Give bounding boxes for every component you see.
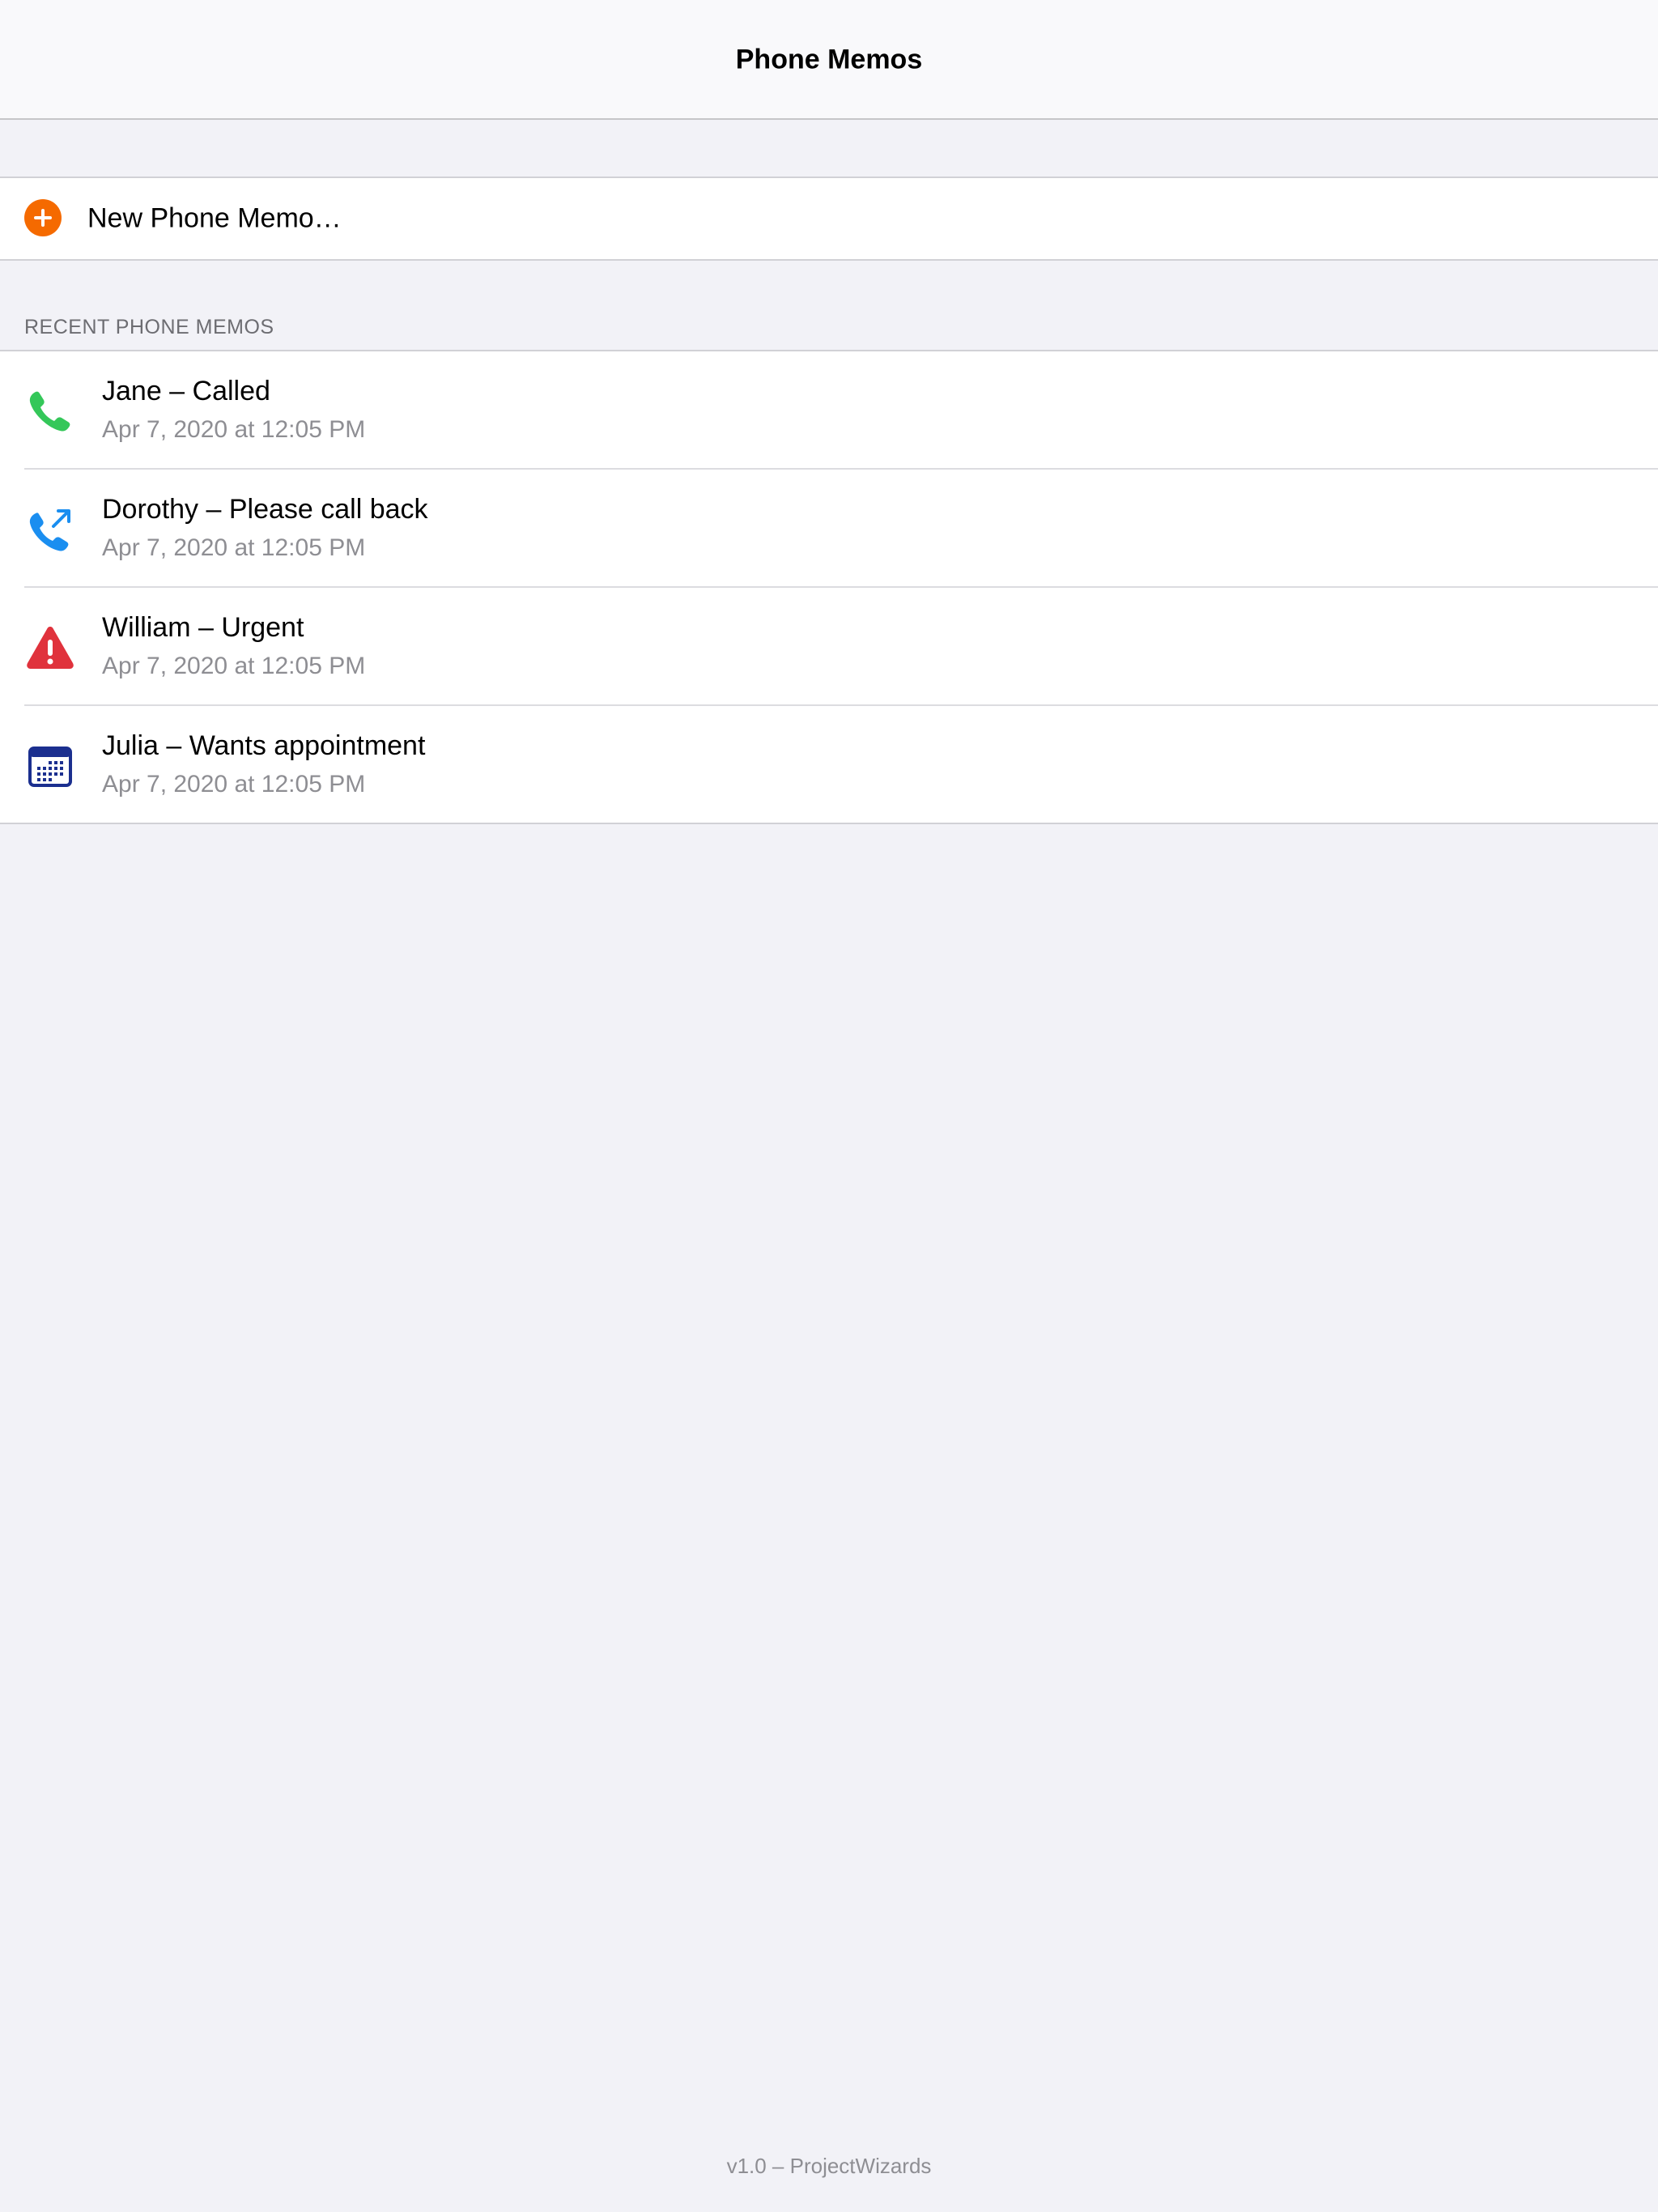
memo-title: Dorothy – Please call back [102, 494, 428, 525]
memo-date: Apr 7, 2020 at 12:05 PM [102, 771, 366, 798]
memo-title: Jane – Called [102, 376, 270, 406]
list-item[interactable]: William – Urgent Apr 7, 2020 at 12:05 PM [0, 588, 1658, 706]
recent-memos-list: Jane – Called Apr 7, 2020 at 12:05 PM Do… [0, 350, 1658, 824]
new-phone-memo-button[interactable]: New Phone Memo… [0, 177, 1658, 261]
warning-icon [24, 622, 76, 674]
calendar-icon [24, 740, 76, 792]
memo-date: Apr 7, 2020 at 12:05 PM [102, 534, 366, 561]
list-item[interactable]: Dorothy – Please call back Apr 7, 2020 a… [0, 470, 1658, 588]
section-header-recent: RECENT PHONE MEMOS [24, 316, 274, 338]
list-item[interactable]: Julia – Wants appointment Apr 7, 2020 at… [0, 706, 1658, 824]
memo-date: Apr 7, 2020 at 12:05 PM [102, 653, 366, 679]
new-phone-memo-label: New Phone Memo… [87, 202, 342, 234]
phone-icon [24, 385, 76, 437]
page-title: Phone Memos [735, 44, 923, 75]
memo-date: Apr 7, 2020 at 12:05 PM [102, 416, 366, 443]
phone-callback-icon [24, 504, 76, 555]
list-item[interactable]: Jane – Called Apr 7, 2020 at 12:05 PM [0, 351, 1658, 470]
version-footer: v1.0 – ProjectWizards [726, 2154, 932, 2178]
plus-circle-icon [24, 199, 62, 236]
navigation-bar: Phone Memos [0, 0, 1658, 120]
memo-title: William – Urgent [102, 612, 304, 643]
memo-title: Julia – Wants appointment [102, 730, 426, 761]
